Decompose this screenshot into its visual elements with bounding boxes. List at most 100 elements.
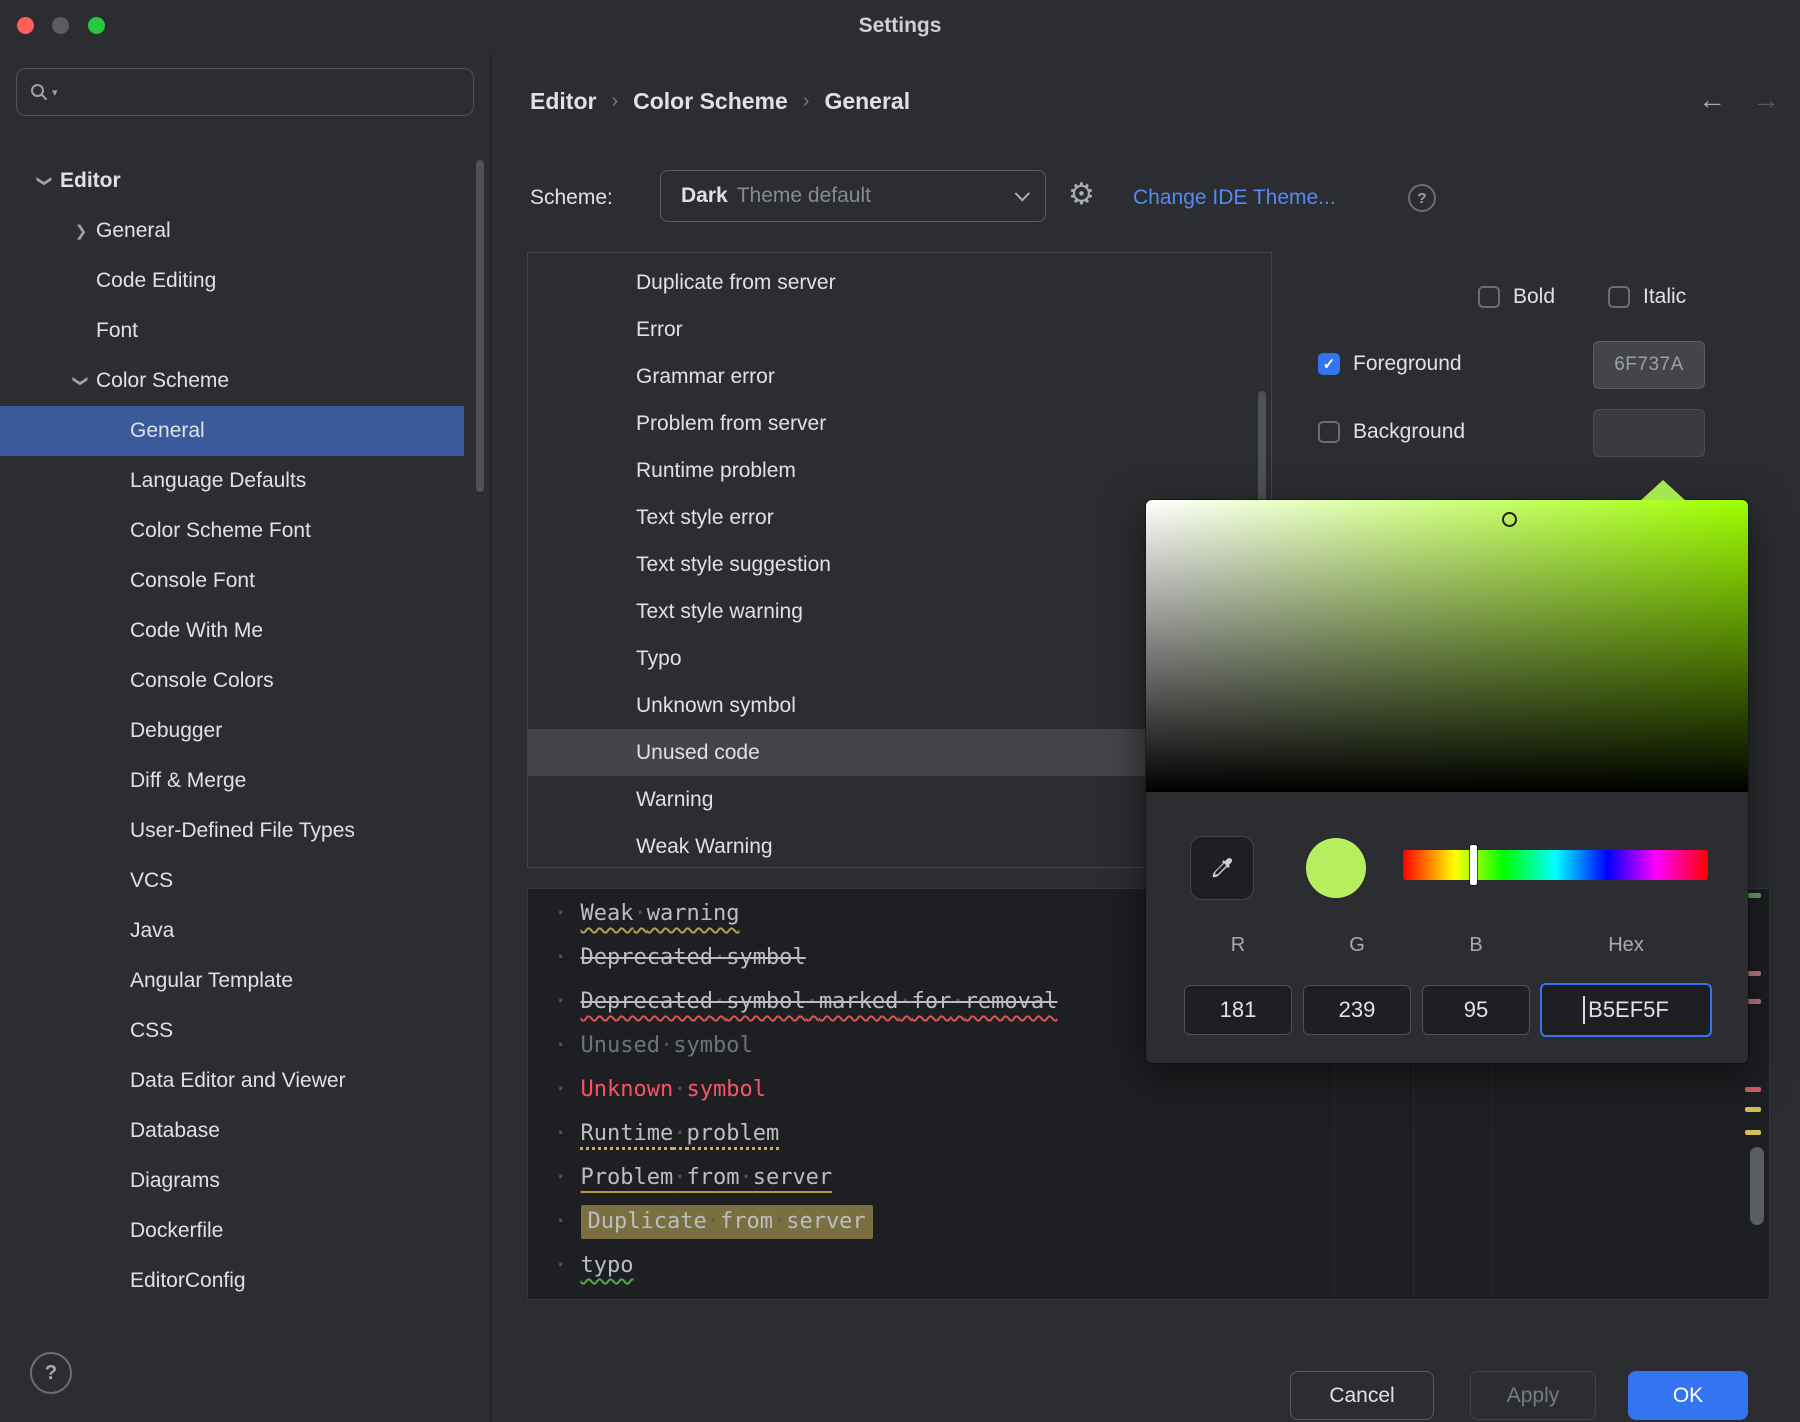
foreground-checkbox[interactable]: ✓ [1318,353,1340,375]
forward-arrow-icon: → [1752,84,1780,116]
hex-input[interactable]: B5EF5F [1540,983,1712,1037]
sidebar-item-label: Java [130,919,174,943]
sidebar-item-vcs[interactable]: VCS [0,856,464,906]
saturation-brightness-area[interactable] [1146,500,1748,792]
background-color-field[interactable] [1593,409,1705,457]
green-input[interactable]: 239 [1303,985,1411,1035]
sidebar-item-label: Language Defaults [130,469,306,493]
search-box[interactable]: ▾ [16,68,474,116]
whitespace-dot: · [673,1165,686,1190]
sidebar-item-console-colors[interactable]: Console Colors [0,656,464,706]
preview-line-unknown-symbol[interactable]: · Unknown·symbol [554,1068,1709,1112]
sidebar-item-label: Code Editing [96,269,216,293]
preview-scrollbar-thumb[interactable] [1750,1147,1764,1225]
sidebar-item-label: Editor [60,169,121,193]
preview-line-runtime-problem[interactable]: · Runtime·problem [554,1112,1709,1156]
breadcrumb-item-editor[interactable]: Editor [530,88,596,115]
sidebar-item-console-font[interactable]: Console Font [0,556,464,606]
italic-label: Italic [1643,285,1686,309]
sidebar-item-user-defined-file-types[interactable]: User-Defined File Types [0,806,464,856]
scheme-value-secondary: Theme default [737,184,871,208]
sidebar-item-java[interactable]: Java [0,906,464,956]
effect-unused: Unused·symbol [581,1033,753,1058]
sidebar-item-css[interactable]: CSS [0,1006,464,1056]
sidebar-item-font[interactable]: Font [0,306,464,356]
error-stripe-mark[interactable] [1745,1087,1761,1092]
whitespace-dot: · [633,901,646,926]
sidebar-item-angular-template[interactable]: Angular Template [0,956,464,1006]
option-runtime-problem[interactable]: Runtime problem [528,447,1271,494]
sidebar-item-database[interactable]: Database [0,1106,464,1156]
breadcrumb-separator: › [803,90,810,113]
sidebar-item-label: General [96,219,171,243]
red-input[interactable]: 181 [1184,985,1292,1035]
preview-line-duplicate-from-server[interactable]: · Duplicate·from·server [554,1200,1709,1244]
chevron-down-icon[interactable]: ❯ [72,366,90,396]
option-problem-from-server[interactable]: Problem from server [528,400,1271,447]
foreground-attribute: ✓ Foreground [1318,352,1462,376]
option-error[interactable]: Error [528,306,1271,353]
back-arrow-icon[interactable]: ← [1698,84,1726,116]
hue-slider[interactable] [1403,850,1708,880]
preview-line-typo[interactable]: · typo [554,1244,1709,1288]
help-button[interactable]: ? [30,1352,72,1394]
italic-checkbox[interactable]: ✓ [1608,286,1630,308]
change-ide-theme-link[interactable]: Change IDE Theme... [1133,186,1336,210]
cancel-button[interactable]: Cancel [1290,1371,1434,1420]
sidebar-item-debugger[interactable]: Debugger [0,706,464,756]
effect-strike: Deprecated·symbol [581,945,806,970]
ok-button[interactable]: OK [1628,1371,1748,1420]
sidebar-item-data-editor-and-viewer[interactable]: Data Editor and Viewer [0,1056,464,1106]
window-title: Settings [0,0,1800,52]
sidebar-item-diff-merge[interactable]: Diff & Merge [0,756,464,806]
italic-attribute: ✓ Italic [1608,285,1686,309]
sidebar-item-color-scheme[interactable]: ❯Color Scheme [0,356,464,406]
hue-slider-handle[interactable] [1470,845,1477,885]
whitespace-dot: · [554,1077,581,1102]
sidebar-item-label: Data Editor and Viewer [130,1069,346,1093]
sidebar-item-code-with-me[interactable]: Code With Me [0,606,464,656]
color-cursor[interactable] [1502,512,1517,527]
sidebar-item-editorconfig[interactable]: EditorConfig [0,1256,464,1306]
scheme-dropdown[interactable]: Dark Theme default [660,170,1046,222]
whitespace-dot: · [554,1033,581,1058]
color-preview-swatch [1306,838,1366,898]
chevron-right-icon[interactable]: ❯ [66,222,96,240]
whitespace-dot: · [554,1253,581,1278]
breadcrumb-item-general[interactable]: General [824,88,910,115]
gear-icon[interactable]: ⚙ [1068,180,1095,210]
sidebar-item-diagrams[interactable]: Diagrams [0,1156,464,1206]
sidebar-item-color-scheme-font[interactable]: Color Scheme Font [0,506,464,556]
option-duplicate-from-server[interactable]: Duplicate from server [528,259,1271,306]
breadcrumb-item-color-scheme[interactable]: Color Scheme [633,88,788,115]
chevron-down-icon [1015,185,1031,201]
sidebar-item-code-editing[interactable]: Code Editing [0,256,464,306]
sidebar-item-language-defaults[interactable]: Language Defaults [0,456,464,506]
whitespace-dot: · [713,989,726,1014]
sidebar-item-editor[interactable]: ❯Editor [0,156,464,206]
sidebar-item-general[interactable]: General [0,406,464,456]
option-grammar-error[interactable]: Grammar error [528,353,1271,400]
scheme-help-icon[interactable]: ? [1408,184,1436,212]
eyedropper-button[interactable] [1190,836,1254,900]
sidebar-item-general[interactable]: ❯General [0,206,464,256]
error-stripe-mark[interactable] [1745,1107,1761,1112]
error-stripe-mark[interactable] [1745,1130,1761,1135]
sidebar-item-label: Font [96,319,138,343]
blue-input[interactable]: 95 [1422,985,1530,1035]
settings-sidebar: ▾ ❯Editor❯GeneralCode EditingFont❯Color … [0,52,490,1422]
chevron-down-icon[interactable]: ❯ [36,166,54,196]
foreground-color-field[interactable]: 6F737A [1593,341,1705,389]
hex-label: Hex [1540,934,1712,957]
preview-line-problem-from-server[interactable]: · Problem·from·server [554,1156,1709,1200]
sidebar-item-label: EditorConfig [130,1269,246,1293]
background-checkbox[interactable]: ✓ [1318,421,1340,443]
whitespace-dot: · [951,989,964,1014]
search-input[interactable] [61,81,461,104]
bold-checkbox[interactable]: ✓ [1478,286,1500,308]
sidebar-item-dockerfile[interactable]: Dockerfile [0,1206,464,1256]
whitespace-dot: · [660,1033,673,1058]
scheme-value-primary: Dark [681,184,728,208]
sidebar-scrollbar-thumb[interactable] [476,160,484,492]
search-history-caret-icon[interactable]: ▾ [52,86,58,99]
